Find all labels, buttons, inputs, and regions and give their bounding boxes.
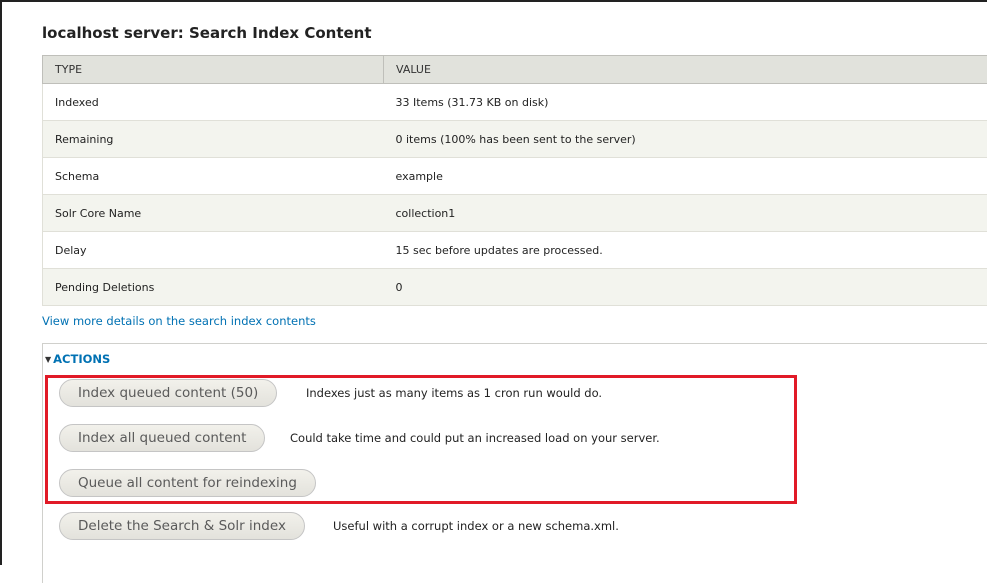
table-header-row: TYPE VALUE (43, 56, 987, 84)
index-all-queued-content-description: Could take time and could put an increas… (290, 431, 660, 445)
view-details-link[interactable]: View more details on the search index co… (42, 314, 316, 328)
table-row: Remaining 0 items (100% has been sent to… (43, 121, 987, 158)
row-value-cell: collection1 (384, 195, 987, 232)
row-value-cell: 33 Items (31.73 KB on disk) (384, 84, 987, 121)
index-all-queued-content-button[interactable]: Index all queued content (59, 424, 265, 452)
queue-all-content-for-reindexing-button[interactable]: Queue all content for reindexing (59, 469, 316, 497)
row-type-cell: Pending Deletions (43, 269, 384, 306)
page-title: localhost server: Search Index Content (42, 24, 372, 42)
actions-toggle[interactable]: ▼ACTIONS (45, 352, 110, 366)
column-header-type: TYPE (43, 56, 384, 84)
index-queued-content-description: Indexes just as many items as 1 cron run… (306, 386, 602, 400)
delete-search-index-button[interactable]: Delete the Search & Solr index (59, 512, 305, 540)
row-type-cell: Remaining (43, 121, 384, 158)
table-row: Solr Core Name collection1 (43, 195, 987, 232)
row-type-cell: Indexed (43, 84, 384, 121)
table-row: Schema example (43, 158, 987, 195)
column-header-value: VALUE (384, 56, 987, 84)
row-value-cell: 15 sec before updates are processed. (384, 232, 987, 269)
row-value-cell: 0 items (100% has been sent to the serve… (384, 121, 987, 158)
table-row: Pending Deletions 0 (43, 269, 987, 306)
row-type-cell: Schema (43, 158, 384, 195)
row-type-cell: Solr Core Name (43, 195, 384, 232)
row-type-cell: Delay (43, 232, 384, 269)
index-status-table: TYPE VALUE Indexed 33 Items (31.73 KB on… (42, 55, 987, 306)
delete-search-index-description: Useful with a corrupt index or a new sch… (333, 519, 619, 533)
triangle-down-icon: ▼ (45, 355, 51, 364)
table-row: Delay 15 sec before updates are processe… (43, 232, 987, 269)
actions-legend-label: ACTIONS (53, 352, 110, 366)
table-row: Indexed 33 Items (31.73 KB on disk) (43, 84, 987, 121)
row-value-cell: example (384, 158, 987, 195)
index-queued-content-button[interactable]: Index queued content (50) (59, 379, 277, 407)
row-value-cell: 0 (384, 269, 987, 306)
